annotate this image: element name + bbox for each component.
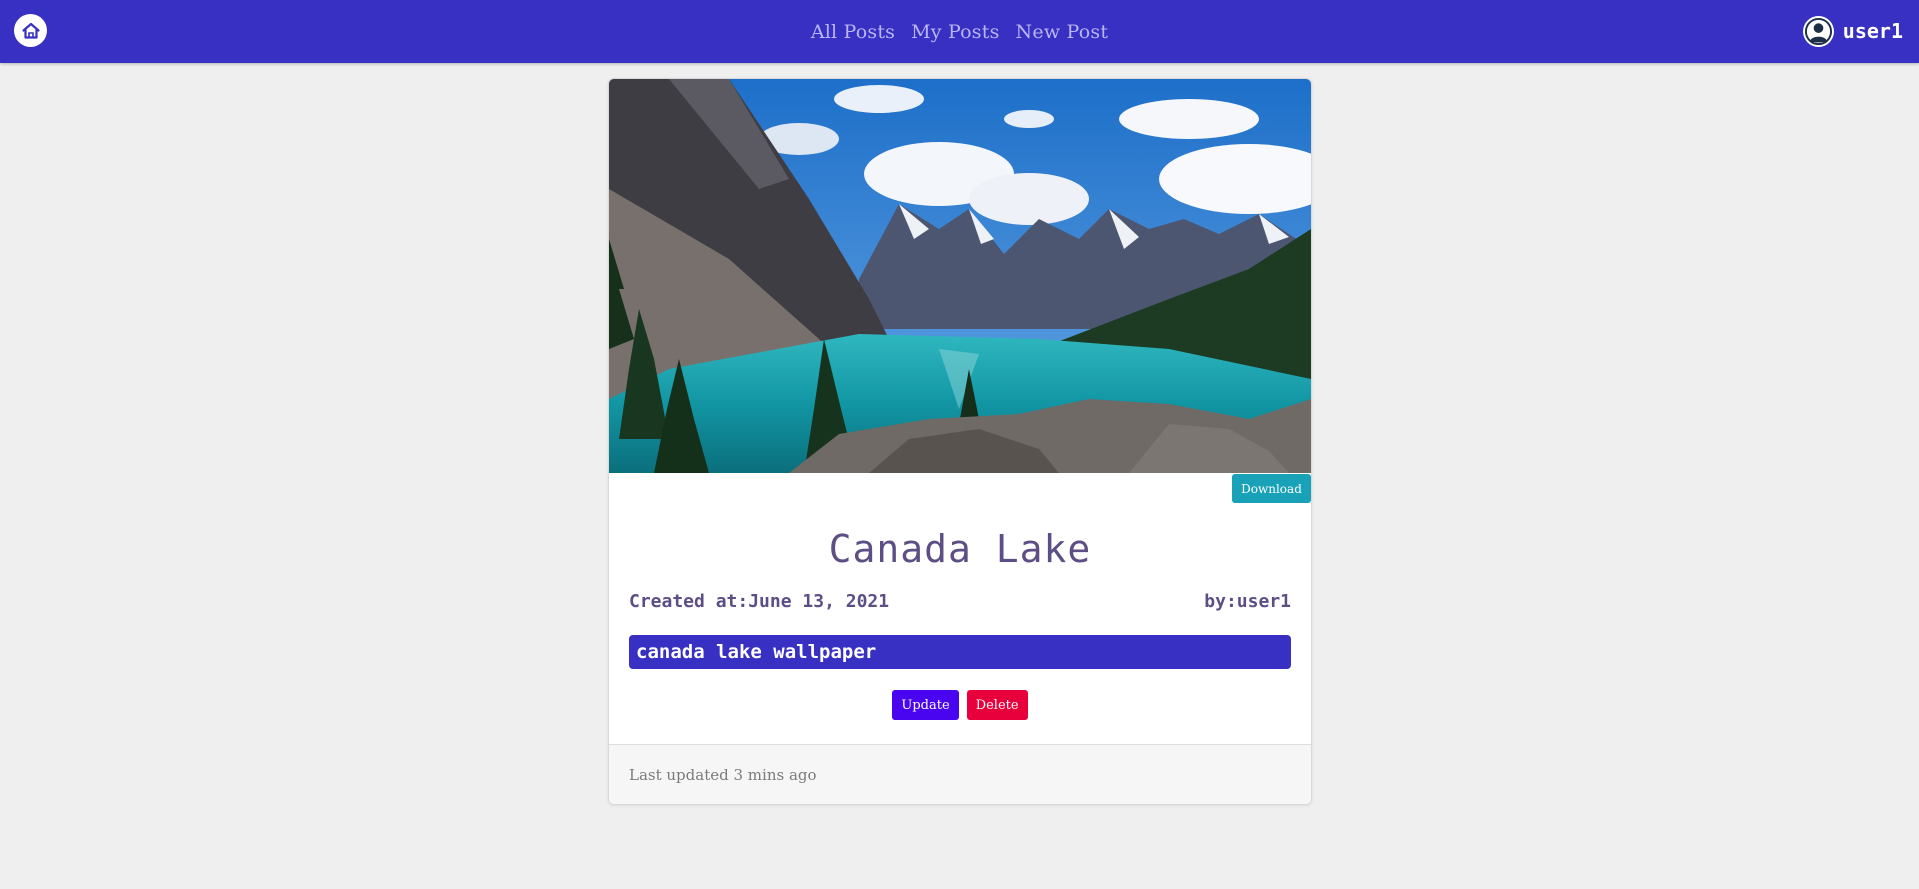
post-title: Canada Lake [828, 527, 1092, 571]
nav-links: All Posts My Posts New Post [0, 0, 1919, 63]
post-image [609, 79, 1311, 473]
nav-link-my-posts[interactable]: My Posts [911, 21, 999, 43]
post-author: by:user1 [1204, 591, 1291, 612]
card-footer: Last updated 3 mins ago [609, 744, 1311, 804]
created-date: Created at:June 13, 2021 [629, 591, 890, 612]
delete-button[interactable]: Delete [966, 690, 1028, 720]
username[interactable]: user1 [1843, 19, 1903, 43]
nav-link-all-posts[interactable]: All Posts [811, 21, 895, 43]
last-updated-text: Last updated 3 mins ago [629, 765, 817, 784]
download-button[interactable]: Download [1232, 474, 1311, 503]
user-menu[interactable]: user1 [1802, 14, 1903, 48]
navbar: All Posts My Posts New Post user1 [0, 0, 1919, 63]
post-description: canada lake wallpaper [629, 635, 1291, 669]
update-button[interactable]: Update [892, 690, 959, 720]
nav-link-new-post[interactable]: New Post [1016, 21, 1109, 43]
post-meta: Created at:June 13, 2021 by:user1 [629, 591, 1291, 612]
avatar[interactable] [1802, 15, 1834, 47]
post-card: Download Canada Lake Created at:June 13,… [608, 78, 1312, 805]
post-actions: Update Delete [609, 690, 1311, 720]
user-circle-icon [1804, 17, 1832, 45]
